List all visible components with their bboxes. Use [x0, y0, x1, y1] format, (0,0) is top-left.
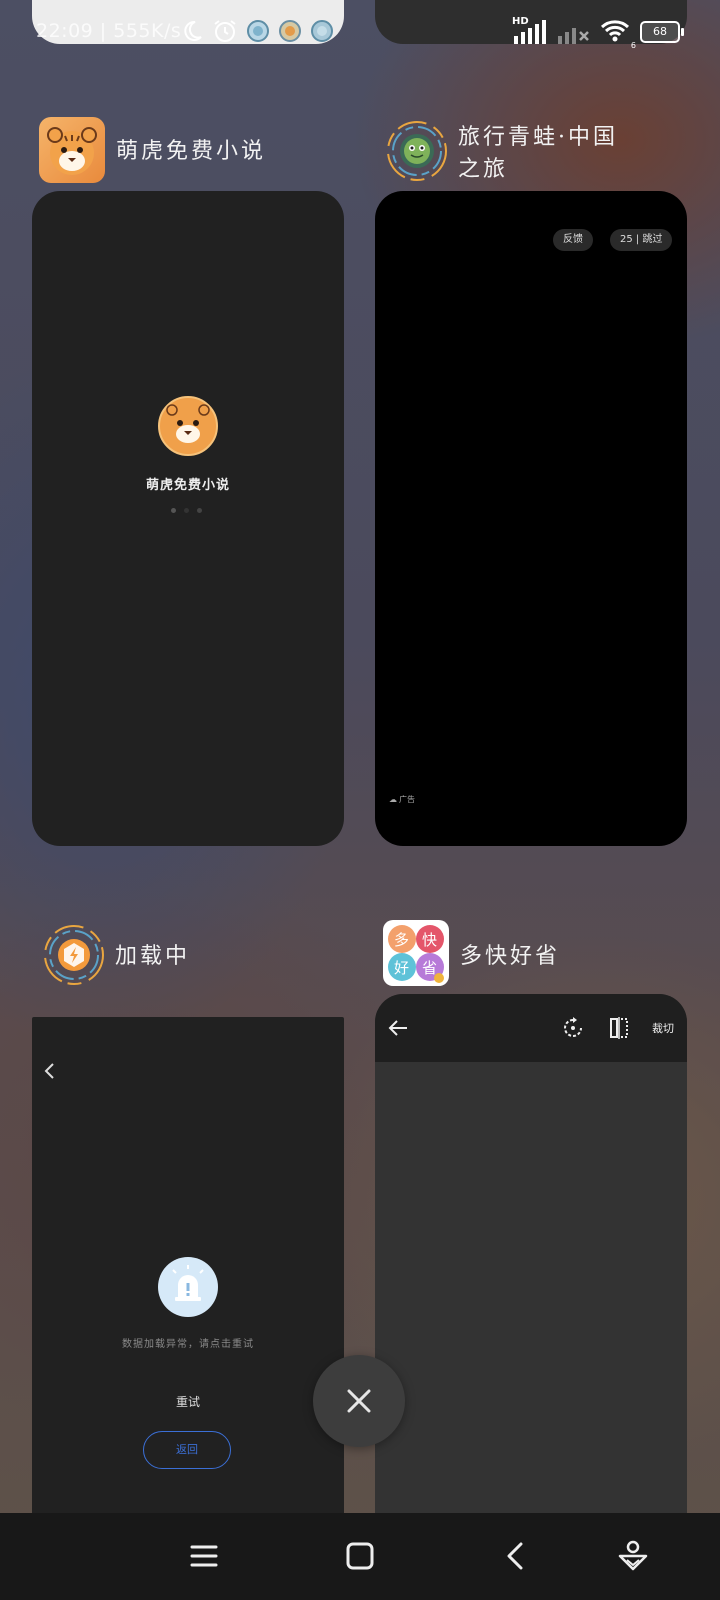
- app-notification-icon: [311, 20, 333, 42]
- app-title-duokuai: 多快好省: [460, 944, 561, 969]
- clear-all-button[interactable]: [313, 1355, 405, 1447]
- app-card-tiger[interactable]: 萌虎免费小说: [32, 191, 344, 846]
- icon-char: 快: [422, 931, 438, 949]
- menu-icon[interactable]: [189, 1541, 219, 1571]
- cloud-icon: ☁: [389, 795, 397, 804]
- crop-button[interactable]: 裁切: [652, 1020, 674, 1036]
- status-left-icons: [180, 18, 334, 44]
- tiger-icon: [47, 127, 97, 175]
- battery-indicator: 68: [640, 21, 684, 43]
- loading-dot: [197, 508, 202, 513]
- return-button[interactable]: 返回: [143, 1431, 231, 1469]
- skip-ad-button[interactable]: 25 | 跳过: [610, 229, 673, 251]
- app-card-frog[interactable]: 反馈 25 | 跳过 ☁ 广告: [375, 191, 687, 846]
- rotate-icon[interactable]: [561, 1016, 585, 1040]
- ad-label: 广告: [399, 795, 415, 804]
- assistant-icon[interactable]: [617, 1539, 649, 1571]
- loading-app-icon[interactable]: [43, 924, 105, 986]
- back-icon[interactable]: [501, 1541, 531, 1571]
- alarm-icon: [214, 20, 236, 42]
- signal-icon: HD: [512, 16, 546, 44]
- tiger-splash-icon: [158, 396, 218, 456]
- home-icon[interactable]: [345, 1541, 375, 1571]
- app-title-loading: 加载中: [115, 944, 191, 969]
- retry-button[interactable]: 重试: [158, 1393, 218, 1410]
- app-title-tiger: 萌虎免费小说: [116, 139, 267, 164]
- icon-char: 多: [394, 931, 410, 949]
- crop-toolbar: 裁切: [375, 994, 687, 1062]
- back-chevron-icon[interactable]: [40, 1061, 60, 1081]
- icon-char: 好: [394, 959, 410, 977]
- wifi-icon: 6: [600, 18, 636, 50]
- loading-dot: [171, 508, 176, 513]
- tiger-app-icon[interactable]: [39, 117, 105, 183]
- app-card-duokuai[interactable]: 裁切: [375, 994, 687, 1600]
- signal-off-icon: [558, 28, 589, 44]
- error-message: 数据加载异常，请点击重试: [122, 1339, 254, 1350]
- close-icon: [347, 1389, 371, 1413]
- frog-app-icon[interactable]: [386, 120, 448, 182]
- flip-icon[interactable]: [607, 1016, 631, 1040]
- status-right-icons: HD 6 68: [512, 16, 684, 50]
- alarm-siren-icon: [158, 1257, 218, 1317]
- navigation-bar: [0, 1513, 720, 1600]
- splash-app-name: 萌虎免费小说: [145, 478, 230, 493]
- arrow-back-icon[interactable]: [387, 1017, 409, 1039]
- ad-badge: ☁ 广告: [389, 794, 415, 805]
- app-notification-icon: [279, 20, 301, 42]
- status-time: 22:09 | 555K/s: [36, 20, 182, 42]
- loading-dots: [171, 508, 202, 513]
- app-title-frog-line1: 旅行青蛙·中国: [458, 125, 618, 150]
- app-title-frog-line2: 之旅: [458, 157, 509, 182]
- app-notification-icon: [247, 20, 269, 42]
- duokuai-app-icon[interactable]: 多 快 好 省: [383, 920, 449, 986]
- loading-dot: [184, 508, 189, 513]
- icon-char: 省: [422, 959, 438, 977]
- moon-icon: [184, 20, 202, 41]
- app-title-frog: 旅行青蛙·中国 之旅: [458, 122, 618, 186]
- feedback-button[interactable]: 反馈: [553, 229, 593, 251]
